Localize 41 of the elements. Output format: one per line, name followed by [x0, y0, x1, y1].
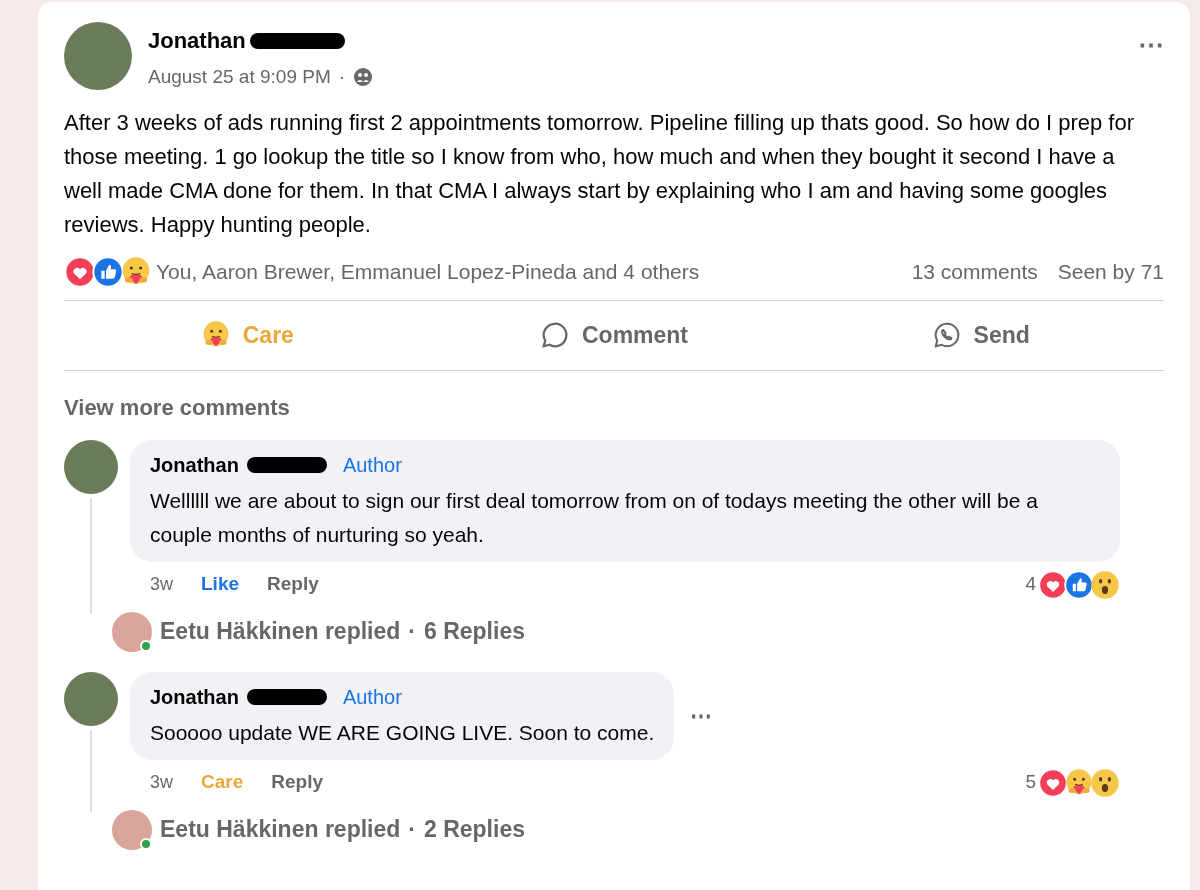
heart-reaction-icon — [1038, 767, 1068, 798]
comment-author[interactable]: Jonathan — [150, 681, 239, 712]
seen-by-count[interactable]: Seen by 71 — [1057, 255, 1164, 288]
reactors-text[interactable]: You, Aaron Brewer, Emmanuel Lopez-Pineda and 4 others — [156, 255, 700, 288]
view-more-comments-link[interactable]: View more comments — [64, 390, 290, 424]
author-label: Author — [342, 452, 402, 478]
thumbs-up-reaction-icon — [1064, 569, 1094, 600]
more-options-icon[interactable]: ⋯ — [1138, 32, 1164, 58]
thumbs-up-reaction-icon — [92, 255, 124, 288]
comments-count[interactable]: 13 comments — [911, 255, 1038, 288]
reaction-link[interactable]: Like — [201, 570, 240, 599]
comment-author[interactable]: Jonathan — [150, 449, 239, 480]
comment-text: Sooooo update WE ARE GOING LIVE. Soon to come. — [150, 719, 655, 746]
post-timestamp[interactable]: August 25 at 9:09 PM — [148, 63, 331, 92]
surprised-face-reaction-icon — [1090, 767, 1120, 798]
replier-avatar — [112, 809, 152, 850]
reaction-count: 4 — [1025, 572, 1036, 597]
group-audience-icon — [353, 67, 374, 88]
heart-reaction-icon — [1038, 569, 1068, 600]
reply-link[interactable]: Reply — [271, 768, 323, 797]
comment-time[interactable]: 3w — [150, 769, 173, 796]
more-options-icon[interactable]: ⋯ — [690, 704, 713, 727]
replier-avatar — [112, 611, 152, 652]
send-action-button[interactable]: Send — [797, 307, 1164, 363]
avatar — [64, 439, 118, 494]
post-author[interactable]: Jonathan — [148, 24, 246, 57]
replies-link[interactable]: Eetu Häkkinen replied · 6 Replies — [160, 614, 525, 649]
post-text: After 3 weeks of ads running first 2 appointments tomorrow. Pipeline filling up thats good. So how do I prep for those meeting. 1 go lookup the title so I know from who, how much and when they bought it second I have a well made CMA done for them. In that CMA I always start by explaining who I am and having some googles reviews. Happy hunting people. — [64, 108, 1136, 239]
avatar — [64, 671, 118, 726]
separator-dot: · — [338, 65, 346, 89]
replies-link[interactable]: Eetu Häkkinen replied · 2 Replies — [160, 812, 525, 847]
reply-link[interactable]: Reply — [267, 570, 319, 599]
comment-time[interactable]: 3w — [150, 571, 173, 598]
author-label: Author — [342, 684, 402, 710]
surprised-face-reaction-icon — [1090, 569, 1120, 600]
comment-text: Wellllll we are about to sign our first deal tomorrow from on of todays meeting the other will be a couple months of nurturing so yeah. — [150, 487, 1039, 548]
comment-action-button[interactable]: Comment — [430, 307, 798, 363]
heart-reaction-icon — [64, 255, 96, 288]
speech-bubble-icon — [539, 320, 570, 350]
chat-phone-icon — [931, 320, 962, 350]
reaction-count: 5 — [1025, 770, 1036, 795]
